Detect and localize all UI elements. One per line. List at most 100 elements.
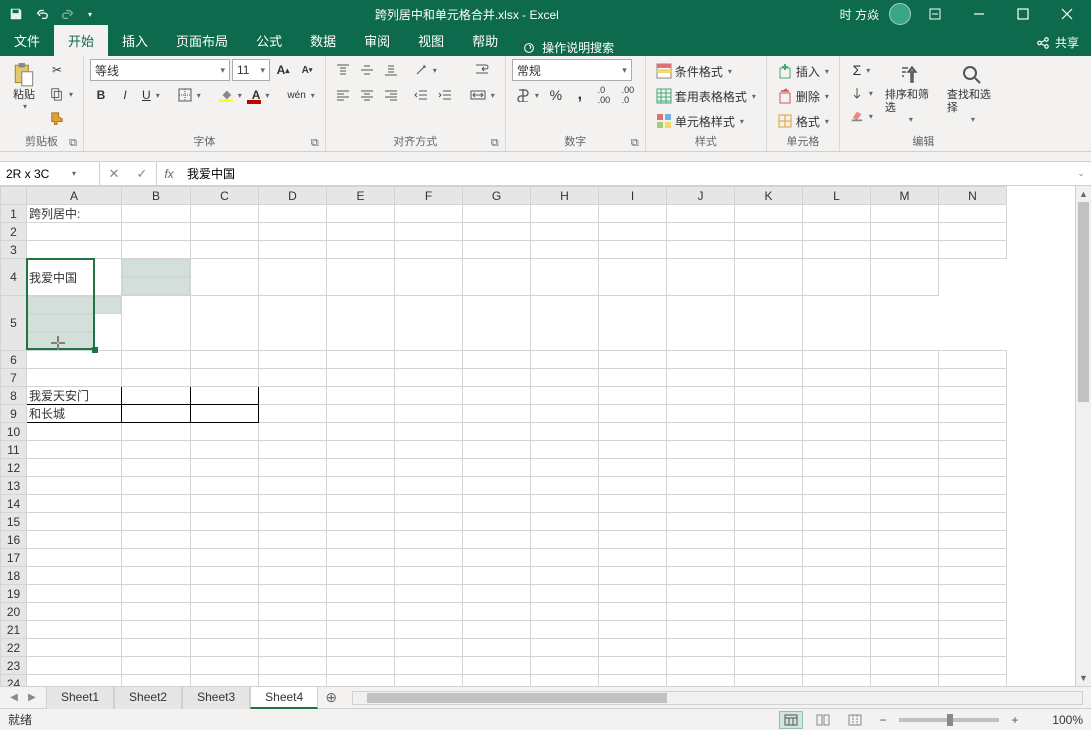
cell-H13[interactable] [531, 477, 599, 495]
cut-button[interactable]: ✂ [46, 59, 68, 81]
cell-E15[interactable] [327, 513, 395, 531]
cell-I22[interactable] [599, 639, 667, 657]
col-header-E[interactable]: E [327, 187, 395, 205]
row-header-13[interactable]: 13 [1, 477, 27, 495]
cell-L13[interactable] [803, 477, 871, 495]
cell-G2[interactable] [463, 223, 531, 241]
cell-H24[interactable] [531, 675, 599, 687]
cell-J20[interactable] [667, 603, 735, 621]
col-header-A[interactable]: A [27, 187, 122, 205]
cell-C9[interactable] [191, 405, 259, 423]
paste-button[interactable]: 粘贴 ▾ [6, 59, 42, 114]
cell-I3[interactable] [599, 241, 667, 259]
cell-styles-button[interactable]: 单元格样式 ▾ [652, 109, 748, 133]
cell-A10[interactable] [27, 423, 122, 441]
cell-B3[interactable] [122, 241, 191, 259]
cell-E19[interactable] [327, 585, 395, 603]
cell-G21[interactable] [463, 621, 531, 639]
cell-J12[interactable] [667, 459, 735, 477]
tab-视图[interactable]: 视图 [404, 25, 458, 56]
cell-F22[interactable] [395, 639, 463, 657]
merge-button[interactable]: ▾ [466, 84, 499, 106]
tell-me[interactable]: 操作说明搜索 [512, 39, 624, 56]
cell-G9[interactable] [463, 405, 531, 423]
redo-button[interactable] [56, 2, 80, 26]
cell-F7[interactable] [395, 369, 463, 387]
col-header-D[interactable]: D [259, 187, 327, 205]
cell-K18[interactable] [735, 567, 803, 585]
cell-J4[interactable] [599, 259, 667, 296]
row-header-12[interactable]: 12 [1, 459, 27, 477]
cell-M19[interactable] [871, 585, 939, 603]
save-button[interactable] [4, 2, 28, 26]
cell-K12[interactable] [735, 459, 803, 477]
cell-D4[interactable] [191, 259, 259, 296]
format-painter-button[interactable] [46, 107, 68, 129]
col-header-F[interactable]: F [395, 187, 463, 205]
cell-F10[interactable] [395, 423, 463, 441]
italic-button[interactable]: I [114, 84, 136, 106]
cell-L9[interactable] [803, 405, 871, 423]
row-header-17[interactable]: 17 [1, 549, 27, 567]
cell-I10[interactable] [599, 423, 667, 441]
sheet-tab-Sheet2[interactable]: Sheet2 [114, 686, 182, 709]
cell-A3[interactable] [27, 241, 122, 259]
cell-J5[interactable] [531, 296, 599, 351]
cell-I21[interactable] [599, 621, 667, 639]
cell-A21[interactable] [27, 621, 122, 639]
cell-G20[interactable] [463, 603, 531, 621]
cell-G1[interactable] [463, 205, 531, 223]
cell-F11[interactable] [395, 441, 463, 459]
cell-L14[interactable] [803, 495, 871, 513]
cell-N22[interactable] [939, 639, 1007, 657]
cell-C14[interactable] [191, 495, 259, 513]
orientation-button[interactable]: ▾ [410, 59, 441, 81]
cell-F23[interactable] [395, 657, 463, 675]
cell-J2[interactable] [667, 223, 735, 241]
col-header-I[interactable]: I [599, 187, 667, 205]
cell-L21[interactable] [803, 621, 871, 639]
cell-C15[interactable] [191, 513, 259, 531]
cell-I11[interactable] [599, 441, 667, 459]
cell-K24[interactable] [735, 675, 803, 687]
cell-H23[interactable] [531, 657, 599, 675]
format-as-table-button[interactable]: 套用表格格式 ▾ [652, 84, 760, 108]
cell-B16[interactable] [122, 531, 191, 549]
col-header-H[interactable]: H [531, 187, 599, 205]
bold-button[interactable]: B [90, 84, 112, 106]
cell-D3[interactable] [259, 241, 327, 259]
cell-A11[interactable] [27, 441, 122, 459]
cell-L2[interactable] [803, 223, 871, 241]
cell-C5[interactable] [27, 332, 95, 350]
cell-D13[interactable] [259, 477, 327, 495]
phonetic-guide-button[interactable]: wén▾ [283, 84, 318, 106]
cell-G18[interactable] [463, 567, 531, 585]
confirm-edit-button[interactable]: ✓ [128, 162, 156, 185]
cell-G17[interactable] [463, 549, 531, 567]
cell-L15[interactable] [803, 513, 871, 531]
cell-D10[interactable] [259, 423, 327, 441]
accounting-format-button[interactable]: ▾ [512, 84, 543, 106]
close-button[interactable] [1047, 0, 1087, 28]
row-header-8[interactable]: 8 [1, 387, 27, 405]
font-name-combo[interactable]: 等线▾ [90, 59, 230, 81]
row-header-19[interactable]: 19 [1, 585, 27, 603]
cell-K2[interactable] [735, 223, 803, 241]
col-header-M[interactable]: M [871, 187, 939, 205]
clear-button[interactable]: ▾ [846, 105, 877, 127]
delete-cells-button[interactable]: 删除 ▾ [773, 84, 833, 108]
cell-E1[interactable] [327, 205, 395, 223]
sheet-tab-Sheet1[interactable]: Sheet1 [46, 686, 114, 709]
cell-K17[interactable] [735, 549, 803, 567]
cell-J11[interactable] [667, 441, 735, 459]
row-header-18[interactable]: 18 [1, 567, 27, 585]
format-cells-button[interactable]: 格式 ▾ [773, 109, 833, 133]
cell-I19[interactable] [599, 585, 667, 603]
cell-B4[interactable] [122, 259, 190, 277]
cell-N2[interactable] [939, 223, 1007, 241]
cell-M6[interactable] [871, 351, 939, 369]
cell-B23[interactable] [122, 657, 191, 675]
cell-H17[interactable] [531, 549, 599, 567]
cell-C3[interactable] [191, 241, 259, 259]
cell-G16[interactable] [463, 531, 531, 549]
